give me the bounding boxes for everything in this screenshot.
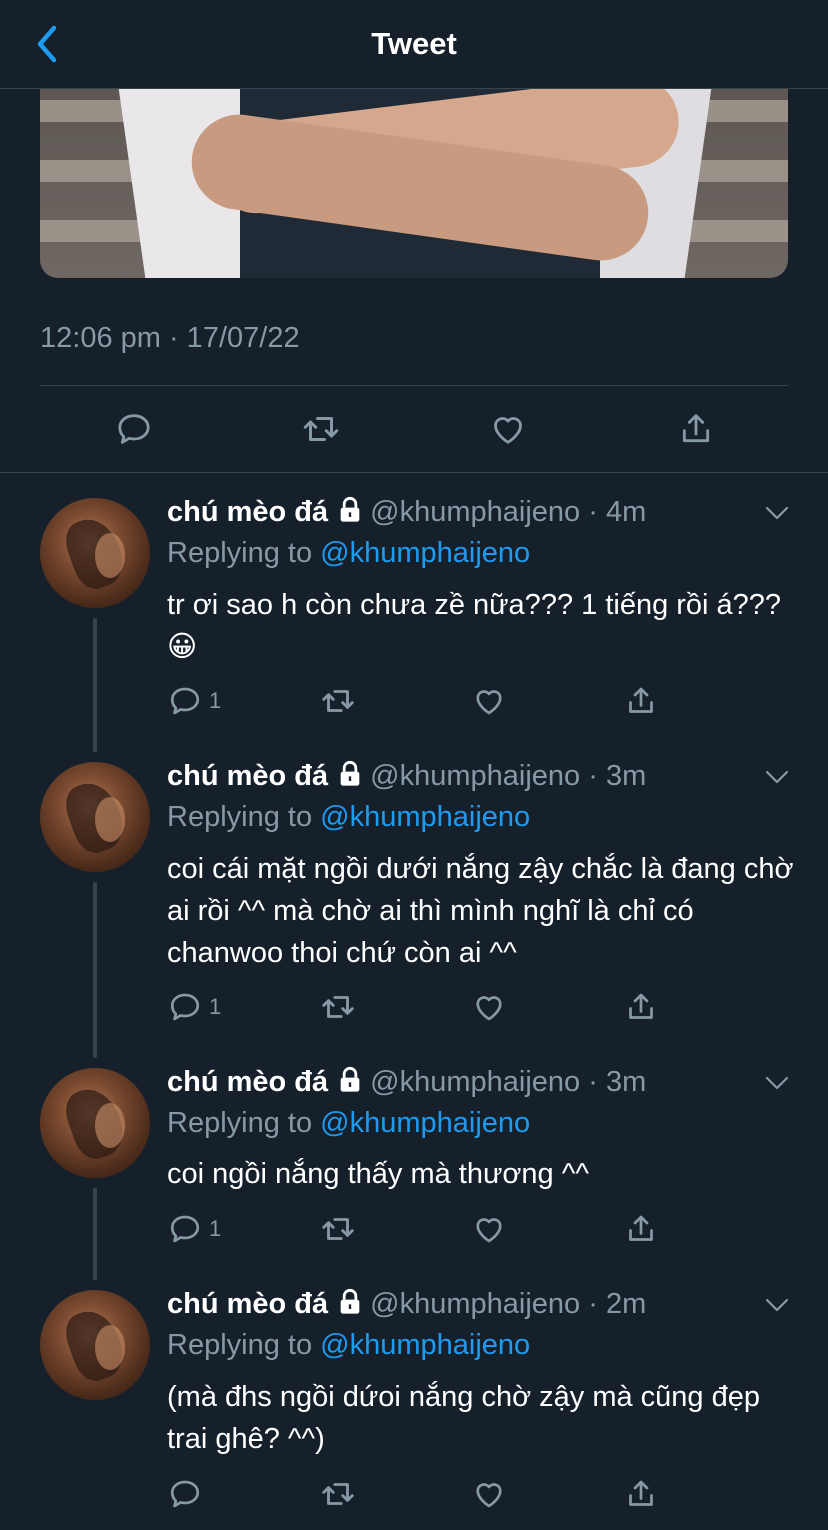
retweet-icon [322,1218,354,1240]
reply-header: chú mèo đá @khumphaijeno · 4m [167,496,647,528]
user-handle[interactable]: @khumphaijeno [370,496,580,528]
reply-button[interactable]: 1 [167,987,221,1027]
lock-icon [340,1066,360,1092]
lock-icon [340,760,360,786]
replying-to-line: Replying to @khumphaijeno [167,801,531,833]
retweet-button[interactable] [319,681,357,721]
retweet-icon [322,690,354,712]
reply-icon [170,993,200,1021]
tweet-action-bar [0,405,828,455]
share-button[interactable] [623,987,659,1027]
replying-to-line: Replying to @khumphaijeno [167,1329,531,1361]
like-button[interactable] [471,1209,507,1249]
reply-text: coi ngồi nắng thấy mà thương ^^ [167,1158,589,1190]
reply-icon [170,1215,200,1243]
reply-action-bar: 1 [167,681,687,721]
like-button[interactable] [471,681,507,721]
avatar[interactable] [40,498,150,608]
like-button[interactable] [484,405,532,453]
reply-time: 4m [605,496,647,528]
replying-to-line: Replying to @khumphaijeno [167,1107,531,1139]
page-title: Tweet [371,26,457,61]
reply-header: chú mèo đá @khumphaijeno · 2m [167,1288,647,1320]
lock-icon [340,496,360,522]
reply-action-bar: 1 [167,987,687,1027]
share-button[interactable] [623,681,659,721]
display-name[interactable]: chú mèo đá [167,1066,328,1098]
retweet-button[interactable] [319,1474,357,1514]
reply-header: chú mèo đá @khumphaijeno · 3m [167,1066,647,1098]
replying-to-link[interactable]: @khumphaijeno [320,1329,530,1361]
reply-time: 2m [605,1288,647,1320]
avatar[interactable] [40,1290,150,1400]
display-name[interactable]: chú mèo đá [167,496,328,528]
share-button[interactable] [623,1474,659,1514]
reply-text: coi cái mặt ngồi dưới nắng zậy chắc là đ… [167,853,794,969]
replying-to-link[interactable]: @khumphaijeno [320,537,530,569]
retweet-button[interactable] [297,405,345,453]
like-icon [476,996,502,1021]
chevron-down-icon[interactable] [764,505,790,521]
avatar[interactable] [40,1068,150,1178]
share-icon [629,993,653,1019]
retweet-button[interactable] [319,987,357,1027]
divider [0,472,828,473]
retweet-icon [322,1483,354,1505]
thread-line [93,1188,97,1280]
like-icon [494,417,522,444]
reply-action-bar [167,1474,687,1514]
replying-to-link[interactable]: @khumphaijeno [320,1107,530,1139]
avatar[interactable] [40,762,150,872]
tweet-timestamp: 12:06 pm · 17/07/22 [40,322,300,354]
reply-time: 3m [605,1066,647,1098]
reply-text: (mà đhs ngồi dứoi nắng chờ zậy mà cũng đ… [167,1381,760,1455]
user-handle[interactable]: @khumphaijeno [370,1288,580,1320]
reply-icon [118,414,150,444]
like-icon [476,1483,502,1508]
replying-to-link[interactable]: @khumphaijeno [320,801,530,833]
reply-button[interactable] [110,405,158,453]
like-button[interactable] [471,1474,507,1514]
reply-action-bar: 1 [167,1209,687,1249]
reply-text: tr ơi sao h còn chưa zề nữa??? 1 tiếng r… [167,589,782,663]
divider [40,385,788,386]
like-icon [476,690,502,715]
share-icon [682,414,710,443]
share-button[interactable] [623,1209,659,1249]
user-handle[interactable]: @khumphaijeno [370,1066,580,1098]
share-icon [629,1480,653,1506]
chevron-down-icon[interactable] [764,1075,790,1091]
share-icon [629,1215,653,1241]
reply-icon [170,1480,200,1508]
reply-header: chú mèo đá @khumphaijeno · 3m [167,760,647,792]
reply-count: 1 [209,994,222,1019]
reply-count: 1 [209,688,222,713]
replying-to-line: Replying to @khumphaijeno [167,537,531,569]
reply-icon [170,687,200,715]
retweet-icon [322,996,354,1018]
tweet-media-image[interactable] [40,60,788,278]
reply-button[interactable] [167,1474,209,1514]
retweet-icon [303,417,339,441]
display-name[interactable]: chú mèo đá [167,760,328,792]
reply-time: 3m [605,760,647,792]
like-icon [476,1218,502,1243]
thread-line [93,618,97,752]
share-button[interactable] [672,405,720,453]
chevron-down-icon[interactable] [764,1297,790,1313]
user-handle[interactable]: @khumphaijeno [370,760,580,792]
reply-button[interactable]: 1 [167,1209,221,1249]
reply-button[interactable]: 1 [167,681,221,721]
chevron-down-icon[interactable] [764,769,790,785]
display-name[interactable]: chú mèo đá [167,1288,328,1320]
thread-line [93,882,97,1058]
retweet-button[interactable] [319,1209,357,1249]
share-icon [629,687,653,713]
top-bar: Tweet [0,0,828,89]
reply-count: 1 [209,1216,222,1241]
lock-icon [340,1288,360,1314]
like-button[interactable] [471,987,507,1027]
